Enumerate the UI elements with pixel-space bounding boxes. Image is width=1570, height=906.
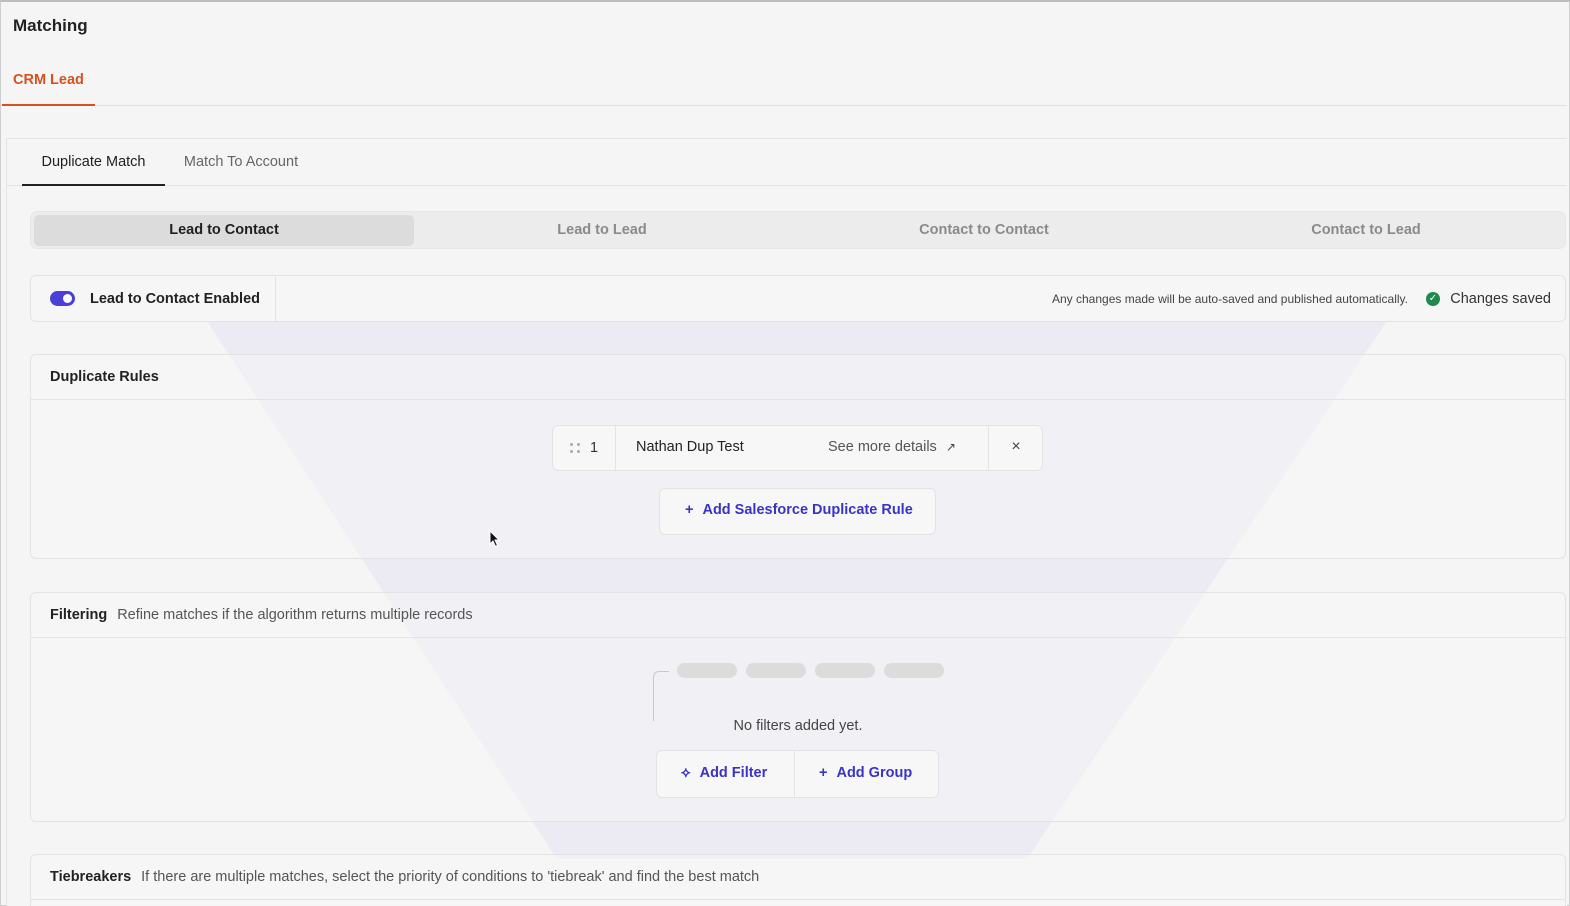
autosave-note: Any changes made will be auto-saved and … [1052,292,1408,306]
external-link-icon: ↗ [945,440,956,454]
object-tabs: CRM Lead [1,62,1567,106]
page-title: Matching [13,16,88,35]
remove-rule-button[interactable]: × [989,426,1043,470]
filter-button-group: ⟡ Add Filter + Add Group [656,750,939,798]
rule-index: 1 [590,440,599,456]
divider [794,751,795,797]
segment-lead-to-contact[interactable]: Lead to Contact [34,215,414,246]
section-title: Tiebreakers [50,869,132,885]
direction-segmented-control: Lead to Contact Lead to Lead Contact to … [30,211,1566,249]
skeleton-pill [884,663,944,678]
match-type-tabs: Duplicate Match Match To Account [7,139,1567,186]
enable-label: Lead to Contact Enabled [90,291,260,307]
add-group-button[interactable]: + Add Group [819,751,912,797]
enable-bar: Lead to Contact Enabled Any changes made… [30,275,1566,322]
divider [275,276,276,321]
matching-card: Duplicate Match Match To Account Lead to… [6,138,1567,906]
rule-name: Nathan Dup Test [636,439,744,455]
mouse-pointer-icon [489,530,501,548]
drag-handle-icon[interactable] [570,443,582,455]
add-filter-button[interactable]: ⟡ Add Filter [681,751,767,797]
tab-crm-lead[interactable]: CRM Lead [2,62,95,106]
section-subtitle: If there are multiple matches, select th… [141,869,760,885]
check-circle-icon: ✓ [1426,292,1440,306]
skeleton-pill [677,663,737,678]
section-subtitle: Refine matches if the algorithm returns … [117,607,473,623]
add-filter-label: Add Filter [699,765,768,781]
duplicate-rules-section: Duplicate Rules 1 Nathan Dup Test See mo… [30,354,1566,559]
add-duplicate-rule-button[interactable]: + Add Salesforce Duplicate Rule [659,488,936,535]
add-duplicate-rule-label: Add Salesforce Duplicate Rule [702,502,913,518]
enable-toggle[interactable] [50,291,75,306]
filter-icon: ⟡ [681,765,691,781]
skeleton-pill [746,663,806,678]
section-header: Tiebreakers If there are multiple matches… [31,855,1565,900]
empty-filters-text: No filters added yet. [733,718,863,734]
tab-duplicate-match[interactable]: Duplicate Match [22,139,165,186]
segment-contact-to-contact[interactable]: Contact to Contact [794,215,1174,246]
tab-match-to-account[interactable]: Match To Account [177,139,305,186]
section-header: Duplicate Rules [31,355,1565,400]
segment-lead-to-lead[interactable]: Lead to Lead [412,215,792,246]
segment-contact-to-lead[interactable]: Contact to Lead [1176,215,1556,246]
saved-status: Changes saved [1450,291,1551,307]
see-details-label: See more details [828,439,937,455]
app-frame: Matching CRM Lead Duplicate Match Match … [0,0,1570,906]
tiebreakers-section: Tiebreakers If there are multiple matches… [30,854,1566,906]
see-details-link[interactable]: See more details ↗ [828,439,956,455]
plus-icon: + [819,765,828,781]
filtering-section: Filtering Refine matches if the algorithm… [30,592,1566,822]
section-title: Duplicate Rules [50,369,159,385]
section-title: Filtering [50,607,108,623]
plus-icon: + [685,502,694,518]
add-group-label: Add Group [836,765,913,781]
skeleton-pill [815,663,875,678]
divider [615,426,616,470]
section-header: Filtering Refine matches if the algorithm… [31,593,1565,638]
skeleton-bracket [653,671,669,721]
duplicate-rule-item: 1 Nathan Dup Test See more details ↗ × [552,425,1043,471]
